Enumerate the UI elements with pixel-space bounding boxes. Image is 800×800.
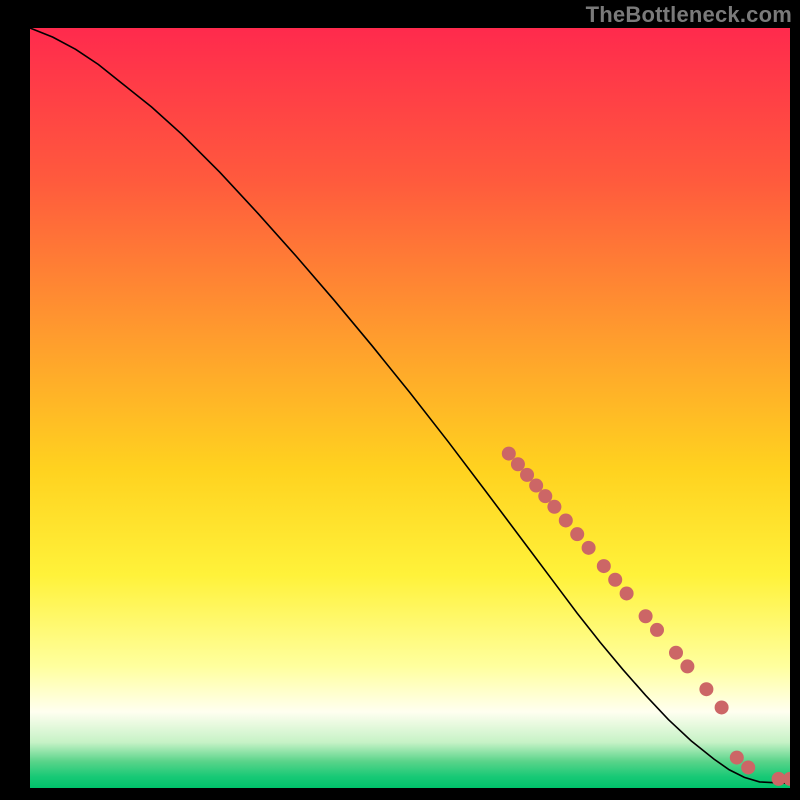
data-point: [547, 500, 561, 514]
data-point: [741, 760, 755, 774]
data-point: [570, 527, 584, 541]
data-point: [597, 559, 611, 573]
data-point: [730, 751, 744, 765]
data-point: [511, 457, 525, 471]
watermark-text: TheBottleneck.com: [586, 2, 792, 28]
data-point: [559, 513, 573, 527]
data-point: [529, 479, 543, 493]
data-point: [538, 489, 552, 503]
data-point: [582, 541, 596, 555]
plot-area: [30, 28, 790, 788]
data-point: [620, 586, 634, 600]
data-point: [502, 447, 516, 461]
data-point: [699, 682, 713, 696]
data-point: [520, 468, 534, 482]
data-point: [715, 700, 729, 714]
plot-svg: [30, 28, 790, 788]
data-point: [680, 659, 694, 673]
data-point: [639, 609, 653, 623]
chart-stage: TheBottleneck.com: [0, 0, 800, 800]
data-point: [608, 573, 622, 587]
data-point: [650, 623, 664, 637]
data-point: [669, 646, 683, 660]
gradient-background: [30, 28, 790, 788]
